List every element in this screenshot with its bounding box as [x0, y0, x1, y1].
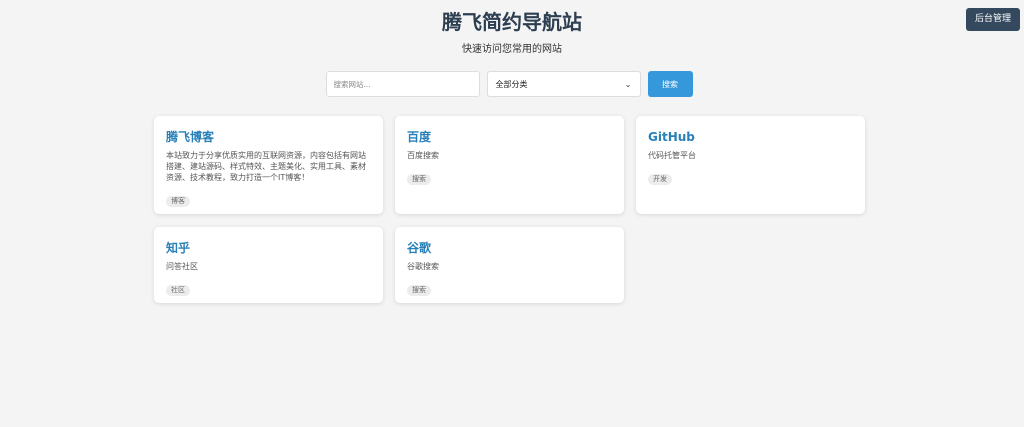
site-tag: 社区 — [166, 285, 190, 296]
site-description: 本站致力于分享优质实用的互联网资源，内容包括有网站搭建、建站源码、样式特效、主题… — [166, 151, 366, 182]
site-tag: 博客 — [166, 196, 190, 207]
site-description: 百度搜索 — [407, 151, 439, 160]
site-tag: 开发 — [648, 174, 672, 185]
site-description: 谷歌搜索 — [407, 262, 439, 271]
page: 后台管理 腾飞简约导航站 快速访问您常用的网站 全部分类 ⌄ 搜索 腾飞博客 本… — [0, 0, 1024, 427]
site-tag: 搜索 — [407, 174, 431, 185]
category-select-value: 全部分类 — [495, 79, 528, 89]
site-card-github[interactable]: GitHub 代码托管平台 开发 — [636, 116, 865, 214]
search-button[interactable]: 搜索 — [647, 71, 693, 97]
category-select[interactable]: 全部分类 ⌄ — [486, 71, 641, 97]
site-title[interactable]: 知乎 — [166, 240, 371, 256]
site-title[interactable]: 谷歌 — [407, 240, 612, 256]
site-card-google[interactable]: 谷歌 谷歌搜索 搜索 — [395, 227, 624, 303]
page-title: 腾飞简约导航站 — [442, 10, 582, 34]
site-description: 代码托管平台 — [648, 151, 696, 160]
site-title[interactable]: 腾飞博客 — [166, 129, 371, 145]
site-tag: 搜索 — [407, 285, 431, 296]
chevron-down-icon: ⌄ — [624, 79, 632, 89]
site-title[interactable]: GitHub — [648, 129, 853, 145]
page-subtitle: 快速访问您常用的网站 — [462, 44, 562, 55]
header: 腾飞简约导航站 快速访问您常用的网站 — [0, 0, 1024, 57]
site-title[interactable]: 百度 — [407, 129, 612, 145]
site-card-baidu[interactable]: 百度 百度搜索 搜索 — [395, 116, 624, 214]
site-description: 问答社区 — [166, 262, 198, 271]
search-input[interactable] — [325, 71, 480, 97]
site-grid: 腾飞博客 本站致力于分享优质实用的互联网资源，内容包括有网站搭建、建站源码、样式… — [154, 116, 865, 303]
site-card-zhihu[interactable]: 知乎 问答社区 社区 — [154, 227, 383, 303]
site-card-tengfei-blog[interactable]: 腾飞博客 本站致力于分享优质实用的互联网资源，内容包括有网站搭建、建站源码、样式… — [154, 116, 383, 214]
admin-button[interactable]: 后台管理 — [965, 8, 1020, 31]
search-bar: 全部分类 ⌄ 搜索 — [0, 71, 1021, 97]
